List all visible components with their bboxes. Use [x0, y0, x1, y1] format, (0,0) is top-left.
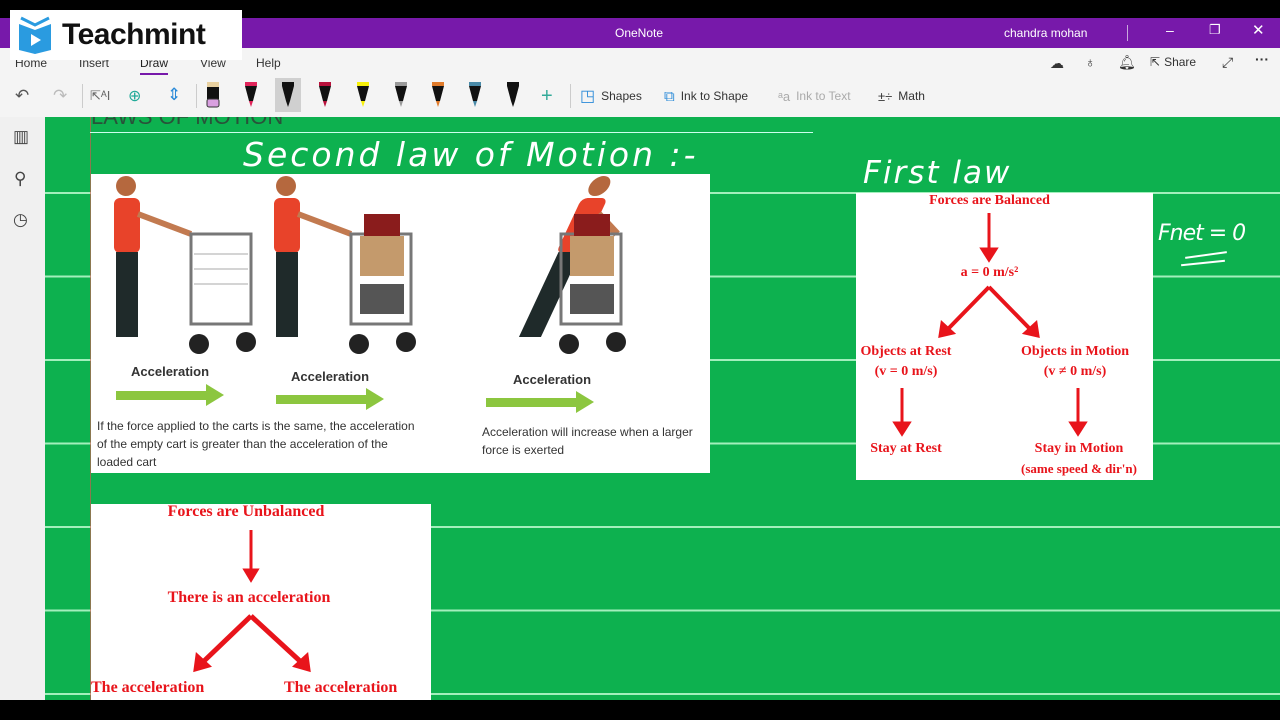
undo-icon[interactable]: ↶: [15, 86, 29, 106]
arrow-head: [242, 568, 260, 583]
acceleration-label-3: Acceleration: [513, 372, 592, 387]
minimize-icon[interactable]: –: [1166, 22, 1174, 38]
separator: [82, 84, 83, 108]
notebooks-icon[interactable]: ▥: [13, 127, 29, 147]
left-sidebar: ▥ ⚲ ◷: [0, 117, 45, 700]
shapes-label: Shapes: [601, 89, 642, 103]
search-icon[interactable]: ⚲: [14, 169, 26, 189]
app-title: OneNote: [615, 26, 664, 40]
page-title[interactable]: LAWS OF MOTION: [91, 117, 283, 130]
forces-unbalanced-text: Forces are Unbalanced: [167, 503, 325, 520]
fullscreen-icon[interactable]: ⤢: [1222, 54, 1233, 71]
acceleration-label-1: Acceleration: [131, 364, 210, 379]
objects-at-rest-text: Objects at Rest: [860, 344, 952, 359]
arrow-head: [892, 421, 912, 437]
second-law-diagram[interactable]: Forces are Unbalanced There is an accele…: [91, 503, 431, 700]
separator: [196, 84, 197, 108]
boy-pushing-cart-2: [274, 176, 416, 410]
book-play-icon: [19, 16, 51, 54]
user-name[interactable]: chandra mohan: [1004, 26, 1087, 40]
math-icon: ±÷: [878, 88, 893, 104]
ink-to-shape-icon: ⧉: [664, 87, 675, 105]
recent-clock-icon[interactable]: ◷: [13, 210, 28, 230]
add-space-icon[interactable]: ⇕: [167, 85, 181, 105]
acceleration-zero-text: a = 0 m/s²: [960, 265, 1019, 280]
arrow-head: [1068, 421, 1088, 437]
math-label: Math: [898, 89, 925, 103]
acceleration-right-text: The acceleration: [284, 679, 398, 696]
caption-right: Acceleration will increase when a larger…: [482, 425, 693, 457]
tab-help[interactable]: Help: [256, 56, 281, 70]
divider: [1127, 25, 1128, 41]
separator: [570, 84, 571, 108]
pen-black-icon[interactable]: [500, 78, 526, 112]
pen-pink-icon[interactable]: [238, 78, 264, 112]
redo-icon[interactable]: ↷: [53, 86, 67, 106]
objects-in-motion-text: Objects in Motion: [1020, 344, 1130, 359]
ink-to-text-icon: ᵃa: [778, 88, 791, 104]
ink-to-text-label: Ink to Text: [796, 89, 851, 103]
teachmint-logo: Teachmint: [10, 10, 242, 60]
same-speed-text: (same speed & dir'n): [1021, 461, 1137, 476]
shapes-button[interactable]: ◳ Shapes: [580, 81, 642, 111]
forces-balanced-text: Forces are Balanced: [929, 193, 1050, 208]
lasso-text-select-icon[interactable]: ⇱ᴬI: [90, 88, 110, 104]
ink-to-shape-label: Ink to Shape: [680, 89, 749, 103]
pen-crimson-icon[interactable]: [312, 78, 338, 112]
lasso-select-icon[interactable]: ⊕: [128, 86, 141, 106]
sync-icon[interactable]: ☁: [1050, 55, 1064, 72]
pen-rainbow-icon[interactable]: [425, 78, 451, 112]
share-icon: ⇱: [1150, 55, 1161, 69]
diagram-arrows: [892, 213, 1088, 437]
pen-blue-gray-icon[interactable]: [462, 78, 488, 112]
pen-black-selected-icon[interactable]: [275, 78, 301, 112]
eraser-icon[interactable]: [200, 78, 226, 112]
handwriting-fnet: Fnet = 0: [1158, 221, 1246, 246]
stay-in-motion-text: Stay in Motion: [1034, 441, 1124, 456]
first-law-diagram[interactable]: Forces are Balanced a = 0 m/s² Objects a…: [856, 193, 1153, 480]
pencil-gray-icon[interactable]: [388, 78, 414, 112]
ink-to-shape-button[interactable]: ⧉ Ink to Shape: [664, 81, 748, 111]
note-canvas[interactable]: LAWS OF MOTION Second law of Motion :- F…: [45, 117, 1280, 700]
share-label: Share: [1164, 55, 1197, 69]
highlighter-yellow-icon[interactable]: [350, 78, 376, 112]
lightbulb-icon[interactable]: ♁: [1085, 54, 1096, 70]
bell-icon[interactable]: 🔔︎: [1118, 54, 1136, 71]
share-button[interactable]: ⇱ Share: [1150, 55, 1196, 69]
velocity-nonzero-text: (v ≠ 0 m/s): [1043, 364, 1107, 379]
handwriting-second-law: Second law of Motion :-: [243, 135, 699, 174]
acceleration-left-text: The acceleration: [91, 679, 205, 696]
more-icon[interactable]: ···: [1255, 51, 1269, 67]
velocity-zero-text: (v = 0 m/s): [874, 364, 938, 379]
restore-icon[interactable]: ❐: [1209, 22, 1221, 38]
logo-text: Teachmint: [62, 18, 206, 51]
shapes-icon: ◳: [580, 88, 596, 105]
close-icon[interactable]: ✕: [1252, 21, 1265, 39]
there-is-acceleration-text: There is an acceleration: [167, 589, 331, 606]
acceleration-label-2: Acceleration: [291, 369, 370, 384]
carts-image[interactable]: Acceleration Acceleration Acceleration I…: [91, 174, 710, 473]
math-button[interactable]: ±÷ Math: [878, 81, 925, 111]
title-underline: [90, 132, 813, 133]
stay-at-rest-text: Stay at Rest: [870, 441, 942, 456]
arrow-head: [979, 247, 999, 263]
caption-left: If the force applied to the carts is the…: [97, 419, 415, 469]
handwriting-first-law: First law: [863, 155, 1012, 191]
ink-to-text-button[interactable]: ᵃa Ink to Text: [778, 81, 851, 111]
add-pen-icon[interactable]: +: [541, 85, 553, 108]
